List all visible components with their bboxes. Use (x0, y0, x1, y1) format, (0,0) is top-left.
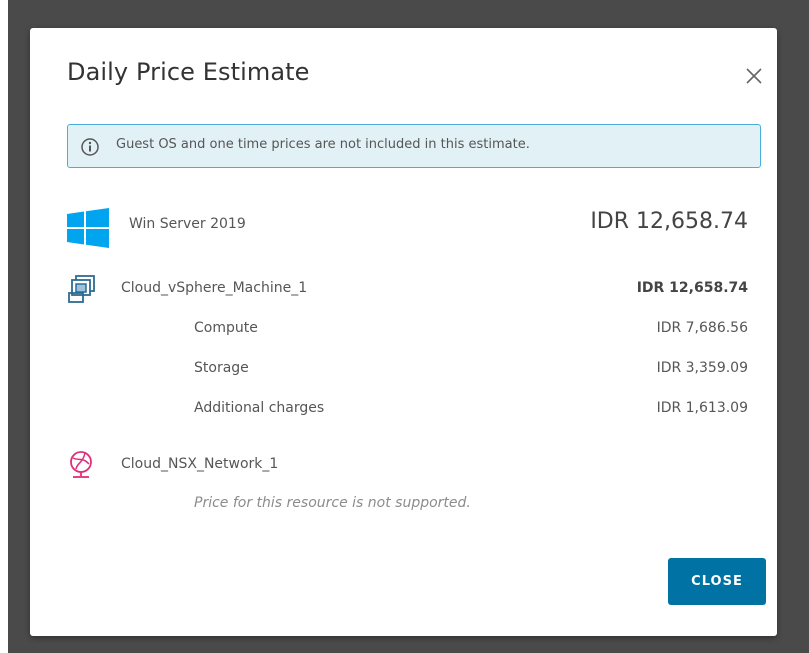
nsx-network-icon (67, 449, 95, 485)
compute-price: IDR 7,686.56 (656, 320, 748, 336)
info-alert: Guest OS and one time prices are not inc… (67, 124, 761, 168)
vsphere-machine-icon (67, 274, 97, 308)
additional-charges-price: IDR 1,613.09 (656, 400, 748, 416)
storage-label: Storage (194, 360, 249, 376)
close-icon[interactable] (744, 66, 764, 86)
dialog-title: Daily Price Estimate (67, 58, 310, 86)
additional-charges-label: Additional charges (194, 400, 325, 416)
windows-logo-icon (67, 208, 109, 252)
os-price: IDR 12,658.74 (590, 209, 748, 234)
network-label: Cloud_NSX_Network_1 (121, 456, 279, 472)
close-button[interactable]: CLOSE (668, 558, 766, 605)
machine-label: Cloud_vSphere_Machine_1 (121, 280, 308, 296)
os-label: Win Server 2019 (129, 216, 246, 232)
compute-label: Compute (194, 320, 258, 336)
price-not-supported-note: Price for this resource is not supported… (194, 495, 471, 511)
price-estimate-dialog: Daily Price Estimate Guest OS and one ti… (30, 28, 777, 636)
info-icon (80, 137, 100, 157)
storage-price: IDR 3,359.09 (656, 360, 748, 376)
alert-text: Guest OS and one time prices are not inc… (116, 137, 530, 152)
backdrop-edge (0, 0, 8, 653)
machine-price: IDR 12,658.74 (636, 280, 748, 296)
